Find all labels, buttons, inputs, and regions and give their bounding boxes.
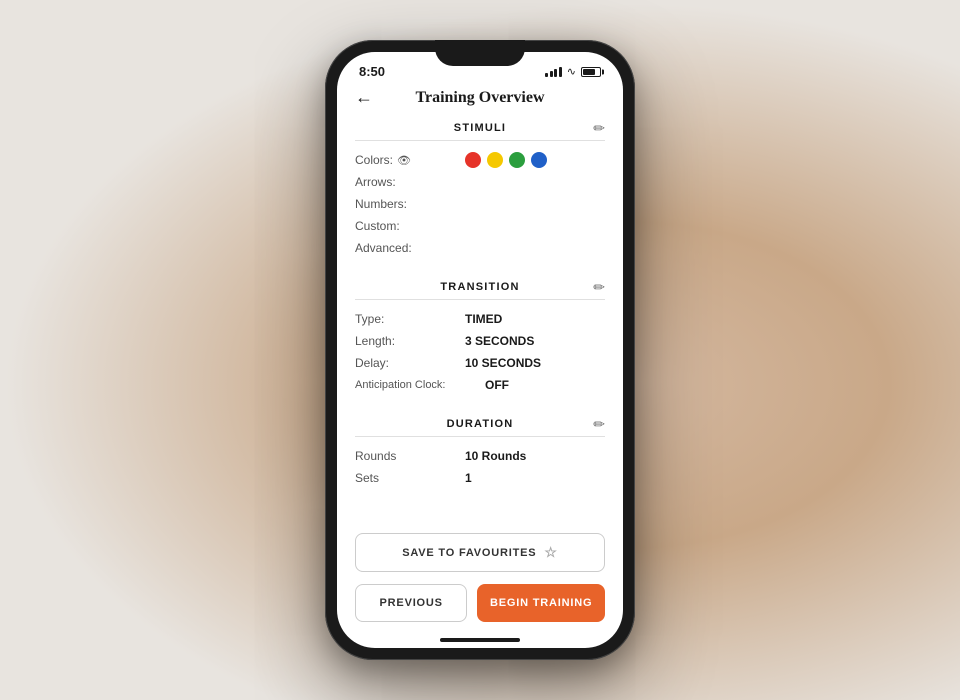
custom-label: Custom:: [355, 219, 465, 233]
numbers-label: Numbers:: [355, 197, 465, 211]
color-dot-blue: [531, 152, 547, 168]
type-value: TIMED: [465, 312, 502, 326]
duration-title: DURATION: [447, 418, 514, 430]
anticipation-row: Anticipation Clock: OFF: [355, 374, 605, 396]
type-row: Type: TIMED: [355, 308, 605, 330]
scene: 8:50 ∿ ← Training Overvie: [0, 0, 960, 700]
anticipation-value: OFF: [485, 378, 509, 392]
rounds-label: Rounds: [355, 449, 465, 463]
transition-section: TRANSITION ✏ Type: TIMED Length: 3 SECON…: [355, 275, 605, 396]
sets-row: Sets 1: [355, 467, 605, 489]
colors-label: Colors: 👁: [355, 153, 465, 167]
type-label: Type:: [355, 312, 465, 326]
previous-button[interactable]: PREVIOUS: [355, 584, 467, 622]
phone-screen: 8:50 ∿ ← Training Overvie: [337, 52, 623, 648]
sets-label: Sets: [355, 471, 465, 485]
transition-title: TRANSITION: [440, 281, 519, 293]
stimuli-header: STIMULI ✏: [355, 116, 605, 141]
begin-training-button[interactable]: BEGIN TRAINING: [477, 584, 605, 622]
colors-row: Colors: 👁: [355, 149, 605, 171]
color-dots: [465, 152, 547, 168]
eye-icon: 👁: [397, 154, 411, 167]
custom-row: Custom:: [355, 215, 605, 237]
signal-icon: [545, 67, 562, 77]
bottom-area: SAVE TO FAVOURITES ☆ PREVIOUS BEGIN TRAI…: [337, 525, 623, 634]
stimuli-title: STIMULI: [454, 122, 506, 134]
delay-row: Delay: 10 SECONDS: [355, 352, 605, 374]
page-title: Training Overview: [415, 89, 544, 107]
duration-section: DURATION ✏ Rounds 10 Rounds Sets 1: [355, 412, 605, 489]
delay-label: Delay:: [355, 356, 465, 370]
numbers-row: Numbers:: [355, 193, 605, 215]
action-buttons: PREVIOUS BEGIN TRAINING: [355, 584, 605, 622]
save-favourites-button[interactable]: SAVE TO FAVOURITES ☆: [355, 533, 605, 572]
transition-edit-icon[interactable]: ✏: [593, 279, 605, 296]
sets-value: 1: [465, 471, 472, 485]
advanced-row: Advanced:: [355, 237, 605, 259]
length-row: Length: 3 SECONDS: [355, 330, 605, 352]
phone-shell: 8:50 ∿ ← Training Overvie: [325, 40, 635, 660]
star-icon: ☆: [544, 544, 557, 561]
advanced-label: Advanced:: [355, 241, 465, 255]
status-icons: ∿: [545, 65, 601, 78]
duration-edit-icon[interactable]: ✏: [593, 416, 605, 433]
color-dot-green: [509, 152, 525, 168]
rounds-row: Rounds 10 Rounds: [355, 445, 605, 467]
delay-value: 10 SECONDS: [465, 356, 541, 370]
arrows-label: Arrows:: [355, 175, 465, 189]
content-area: STIMULI ✏ Colors: 👁: [337, 116, 623, 525]
transition-header: TRANSITION ✏: [355, 275, 605, 300]
back-button[interactable]: ←: [355, 87, 373, 108]
battery-icon: [581, 67, 601, 77]
home-indicator: [440, 638, 520, 642]
color-dot-red: [465, 152, 481, 168]
wifi-icon: ∿: [567, 65, 576, 78]
anticipation-label: Anticipation Clock:: [355, 379, 485, 391]
length-value: 3 SECONDS: [465, 334, 534, 348]
stimuli-section: STIMULI ✏ Colors: 👁: [355, 116, 605, 259]
duration-header: DURATION ✏: [355, 412, 605, 437]
rounds-value: 10 Rounds: [465, 449, 526, 463]
stimuli-edit-icon[interactable]: ✏: [593, 120, 605, 137]
status-time: 8:50: [359, 64, 385, 79]
app-header: ← Training Overview: [337, 83, 623, 116]
notch: [435, 40, 525, 66]
arrows-row: Arrows:: [355, 171, 605, 193]
length-label: Length:: [355, 334, 465, 348]
color-dot-yellow: [487, 152, 503, 168]
